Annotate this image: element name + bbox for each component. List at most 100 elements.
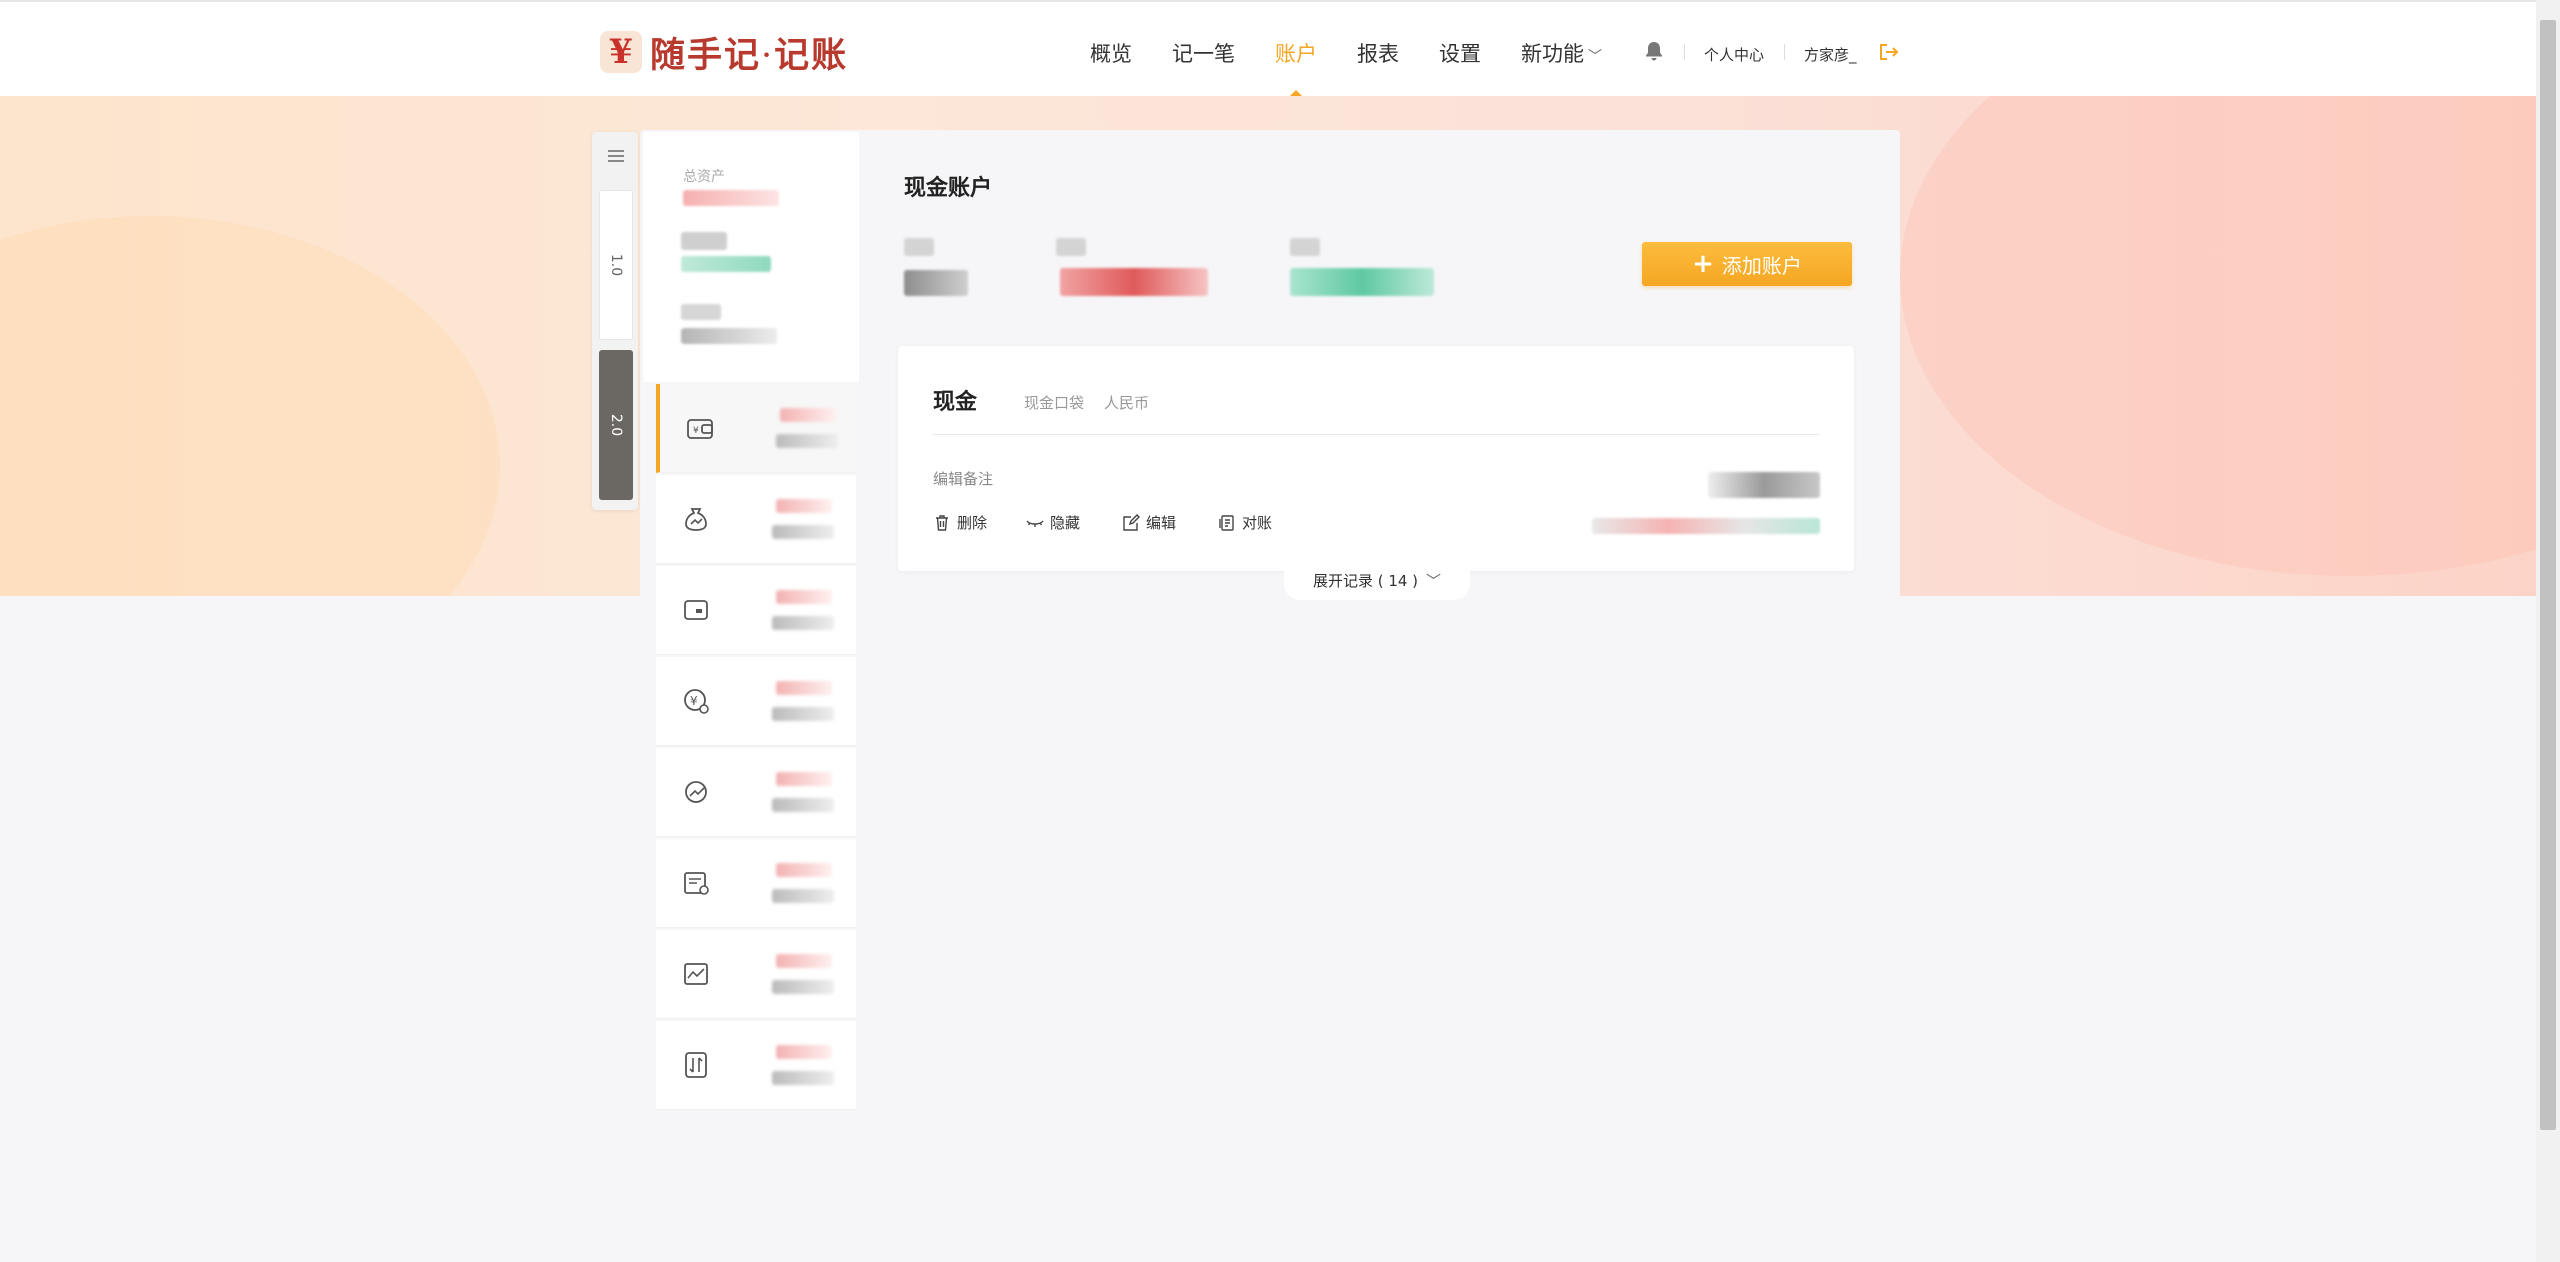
category-value-blurred bbox=[772, 1071, 834, 1085]
summary-value-blurred bbox=[1290, 268, 1434, 296]
asset-summary: 总资产 bbox=[643, 132, 859, 382]
transfer-icon bbox=[685, 1052, 707, 1078]
wallet-icon: ¥ bbox=[687, 419, 713, 439]
summary-label-blurred bbox=[1290, 238, 1320, 256]
category-value-blurred bbox=[772, 616, 834, 630]
scrollbar-thumb[interactable] bbox=[2540, 20, 2556, 1130]
svg-text:¥: ¥ bbox=[690, 694, 698, 708]
category-receivable[interactable]: ¥ bbox=[656, 657, 856, 746]
banner-decoration bbox=[1900, 96, 2536, 576]
top-navigation-bar: ¥ 随手记·记账 概览 记一笔 账户 报表 设置 新功能 ﹀ 个人中心 方家彦_ bbox=[0, 0, 2536, 98]
account-card: 现金 现金口袋 人民币 编辑备注 删除 隐藏 编辑 对账 bbox=[898, 346, 1854, 571]
money-bag-icon bbox=[685, 508, 707, 531]
stock-chart-icon bbox=[684, 963, 708, 985]
category-label-blurred bbox=[776, 499, 832, 513]
category-label-blurred bbox=[780, 408, 836, 422]
main-nav: 概览 记一笔 账户 报表 设置 新功能 ﹀ bbox=[1070, 2, 1622, 98]
card-divider bbox=[933, 434, 1819, 435]
category-value-blurred bbox=[772, 798, 834, 812]
version-2-button[interactable]: 2.0 bbox=[599, 350, 633, 500]
category-debt[interactable] bbox=[656, 839, 856, 928]
hide-button[interactable]: 隐藏 bbox=[1026, 512, 1080, 533]
category-value-blurred bbox=[772, 980, 834, 994]
page-title: 现金账户 bbox=[904, 176, 993, 201]
version-2-label: 2.0 bbox=[607, 413, 624, 437]
category-stocks[interactable] bbox=[656, 930, 856, 1019]
investment-icon bbox=[685, 781, 707, 803]
category-card[interactable] bbox=[656, 566, 856, 655]
nav-new-features[interactable]: 新功能 ﹀ bbox=[1521, 2, 1602, 98]
delete-label: 删除 bbox=[957, 514, 988, 532]
category-label-blurred bbox=[776, 954, 832, 968]
nav-accounts[interactable]: 账户 bbox=[1275, 2, 1317, 98]
liabilities-value bbox=[681, 328, 777, 344]
category-value-blurred bbox=[776, 434, 838, 448]
category-savings[interactable] bbox=[656, 475, 856, 564]
nav-overview[interactable]: 概览 bbox=[1090, 2, 1132, 98]
logo-yuan-icon: ¥ bbox=[600, 31, 642, 73]
category-cash[interactable]: ¥ bbox=[656, 384, 856, 473]
banner-decoration bbox=[0, 216, 500, 596]
personal-center-link[interactable]: 个人中心 bbox=[1704, 44, 1764, 65]
category-label-blurred bbox=[776, 772, 832, 786]
card-icon bbox=[684, 600, 708, 620]
receivable-icon bbox=[684, 872, 709, 895]
category-value-blurred bbox=[772, 707, 834, 721]
category-label-blurred bbox=[776, 863, 832, 877]
account-currency-tag: 人民币 bbox=[1104, 394, 1150, 412]
summary-label-blurred bbox=[1056, 238, 1086, 256]
account-category-list: ¥ ¥ bbox=[656, 384, 856, 1112]
menu-icon[interactable] bbox=[608, 150, 624, 162]
edit-button[interactable]: 编辑 bbox=[1122, 512, 1176, 533]
reconcile-label: 对账 bbox=[1242, 514, 1273, 532]
hide-label: 隐藏 bbox=[1050, 514, 1081, 532]
category-value-blurred bbox=[772, 889, 834, 903]
edit-note-link[interactable]: 编辑备注 bbox=[933, 468, 993, 489]
add-account-label: 添加账户 bbox=[1721, 253, 1802, 278]
nav-new-features-label: 新功能 bbox=[1521, 42, 1584, 66]
add-account-button[interactable]: + 添加账户 bbox=[1642, 242, 1852, 286]
account-details-blurred bbox=[1592, 518, 1820, 534]
nav-settings[interactable]: 设置 bbox=[1439, 2, 1481, 98]
reconcile-button[interactable]: 对账 bbox=[1218, 512, 1272, 533]
logo-name: 随手记 bbox=[650, 34, 762, 76]
logout-icon[interactable] bbox=[1878, 42, 1900, 62]
bell-icon[interactable] bbox=[1643, 40, 1665, 62]
account-name: 现金 bbox=[933, 390, 978, 415]
chevron-down-icon: ﹀ bbox=[1426, 571, 1442, 590]
version-1-label: 1.0 bbox=[607, 253, 624, 277]
nav-reports[interactable]: 报表 bbox=[1357, 2, 1399, 98]
total-assets-label: 总资产 bbox=[683, 169, 725, 185]
eye-closed-icon bbox=[1026, 519, 1044, 527]
category-value-blurred bbox=[772, 525, 834, 539]
total-assets-value bbox=[683, 190, 779, 206]
nav-record[interactable]: 记一笔 bbox=[1172, 2, 1235, 98]
summary-label-blurred bbox=[904, 238, 934, 256]
category-investment[interactable] bbox=[656, 748, 856, 837]
category-label-blurred bbox=[776, 681, 832, 695]
yuan-coin-icon: ¥ bbox=[684, 689, 709, 714]
summary-value-blurred bbox=[1060, 268, 1208, 296]
liabilities-label bbox=[681, 304, 721, 320]
account-type-tag: 现金口袋 bbox=[1024, 394, 1085, 412]
version-1-button[interactable]: 1.0 bbox=[599, 190, 633, 340]
category-label-blurred bbox=[776, 590, 832, 604]
chevron-down-icon: ﹀ bbox=[1588, 49, 1602, 65]
app-logo[interactable]: ¥ 随手记·记账 bbox=[600, 30, 849, 76]
summary-value-blurred bbox=[904, 270, 968, 296]
net-assets-label bbox=[681, 232, 727, 250]
logo-dot: · bbox=[761, 35, 775, 76]
expand-records-label: 展开记录 ( 14 ) bbox=[1312, 571, 1419, 590]
version-switch-panel: 1.0 2.0 bbox=[592, 132, 638, 510]
svg-text:¥: ¥ bbox=[693, 426, 699, 436]
logo-suffix: 记账 bbox=[774, 34, 849, 76]
header-divider bbox=[1784, 44, 1785, 60]
username-link[interactable]: 方家彦_ bbox=[1804, 44, 1857, 65]
header-divider bbox=[1684, 44, 1685, 60]
delete-button[interactable]: 删除 bbox=[933, 512, 987, 533]
expand-records-button[interactable]: 展开记录 ( 14 ) ﹀ bbox=[1284, 560, 1470, 600]
reconcile-icon bbox=[1219, 514, 1234, 531]
category-label-blurred bbox=[776, 1045, 832, 1059]
category-transfer[interactable] bbox=[656, 1021, 856, 1110]
edit-label: 编辑 bbox=[1146, 514, 1177, 532]
